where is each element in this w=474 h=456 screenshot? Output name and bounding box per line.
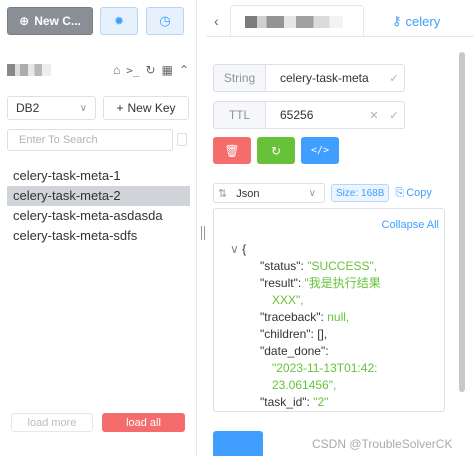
key-list: celery-task-meta-1 celery-task-meta-2 ce…: [7, 166, 190, 246]
format-icon: ⇅: [218, 187, 228, 200]
home-icon[interactable]: ⌂: [113, 63, 120, 77]
ttl-field[interactable]: 65256 ✕ ✓: [265, 101, 405, 129]
list-item[interactable]: celery-task-meta-2: [7, 186, 190, 206]
plus-circle-icon: ⊕: [19, 14, 30, 28]
vertical-scrollbar[interactable]: [459, 52, 465, 392]
settings-icon: ✹: [113, 14, 125, 28]
left-panel: ⊕ New C... ✹ ◷ ⌂ >_ ↻ ▦ ⌃ DB2 ∨ + New Ke…: [0, 0, 196, 456]
settings-button[interactable]: ✹: [100, 7, 138, 35]
new-connection-button[interactable]: ⊕ New C...: [7, 7, 93, 35]
ttl-row: TTL 65256 ✕ ✓: [213, 101, 405, 129]
copy-button[interactable]: ⎘ Copy: [395, 187, 432, 200]
dump-command-button[interactable]: </>: [301, 137, 339, 164]
key-actions: 🗑 ↻ </>: [213, 137, 339, 164]
format-select[interactable]: ⇅ Json ∨: [213, 183, 325, 203]
json-tree: ∨ { "status": "SUCCESS", "result": "我是执行…: [230, 242, 381, 409]
json-viewer: Collapse All ∨ { "status": "SUCCESS", "r…: [213, 208, 445, 412]
terminal-icon[interactable]: >_: [126, 64, 139, 77]
redis-client-window: ⊕ New C... ✹ ◷ ⌂ >_ ↻ ▦ ⌃ DB2 ∨ + New Ke…: [0, 0, 474, 456]
close-icon[interactable]: ✕: [364, 109, 384, 122]
new-key-button[interactable]: + New Key: [103, 96, 189, 120]
refresh-icon[interactable]: ↻: [146, 63, 156, 77]
watermark: CSDN @TroubleSolverCK: [312, 437, 453, 451]
refresh-button[interactable]: ↻: [257, 137, 295, 164]
list-item[interactable]: celery-task-meta-sdfs: [7, 226, 190, 246]
tab-connection[interactable]: [230, 5, 364, 37]
copy-icon: ⎘: [395, 186, 405, 199]
clock-icon: ◷: [159, 13, 171, 28]
size-badge: Size: 168B: [331, 184, 390, 202]
key-name-row: String celery-task-meta ✓: [213, 64, 405, 92]
refresh-icon: ↻: [270, 143, 282, 158]
connection-row[interactable]: ⌂ >_ ↻ ▦ ⌃: [7, 60, 189, 80]
collapse-all-button[interactable]: Collapse All: [382, 219, 439, 231]
load-all-button[interactable]: load all: [102, 413, 185, 432]
list-item[interactable]: celery-task-meta-asdasda: [7, 206, 190, 226]
chevron-down-icon: ∨: [308, 187, 316, 199]
tab-key[interactable]: ⚷ celery: [392, 5, 474, 37]
chevron-left-icon[interactable]: ‹: [214, 13, 219, 29]
grid-icon[interactable]: ▦: [162, 63, 173, 77]
connection-tools: ⌂ >_ ↻ ▦ ⌃: [113, 63, 189, 77]
search-row: [7, 129, 189, 151]
history-button[interactable]: ◷: [146, 7, 184, 35]
resize-handle[interactable]: [201, 226, 205, 240]
connection-name-blurred: [7, 64, 51, 76]
type-label: String: [213, 64, 265, 92]
chevron-down-icon: ∨: [79, 102, 87, 114]
load-more-button[interactable]: load more: [11, 413, 93, 432]
save-button[interactable]: [213, 431, 263, 456]
tab-label-blurred: [245, 15, 343, 28]
format-row: ⇅ Json ∨ Size: 168B ⎘ Copy: [213, 183, 443, 203]
check-icon[interactable]: ✓: [384, 72, 404, 85]
exact-match-checkbox[interactable]: [177, 133, 187, 146]
chevron-up-icon[interactable]: ⌃: [179, 63, 189, 77]
collapse-toggle-icon[interactable]: ∨: [230, 242, 239, 256]
plus-icon: +: [116, 101, 124, 115]
list-item[interactable]: celery-task-meta-1: [7, 166, 190, 186]
tab-bar: ‹ ⚷ celery: [206, 5, 474, 37]
code-icon: </>: [310, 145, 330, 156]
check-icon[interactable]: ✓: [384, 109, 404, 122]
db-select[interactable]: DB2 ∨: [7, 96, 96, 120]
ttl-label: TTL: [213, 101, 265, 129]
key-icon: ⚷: [392, 13, 402, 28]
search-input[interactable]: [7, 129, 173, 151]
delete-button[interactable]: 🗑: [213, 137, 251, 164]
trash-icon: 🗑: [224, 143, 240, 158]
db-row: DB2 ∨ + New Key: [7, 96, 189, 120]
panel-divider: [196, 0, 197, 456]
key-name-field[interactable]: celery-task-meta ✓: [265, 64, 405, 92]
